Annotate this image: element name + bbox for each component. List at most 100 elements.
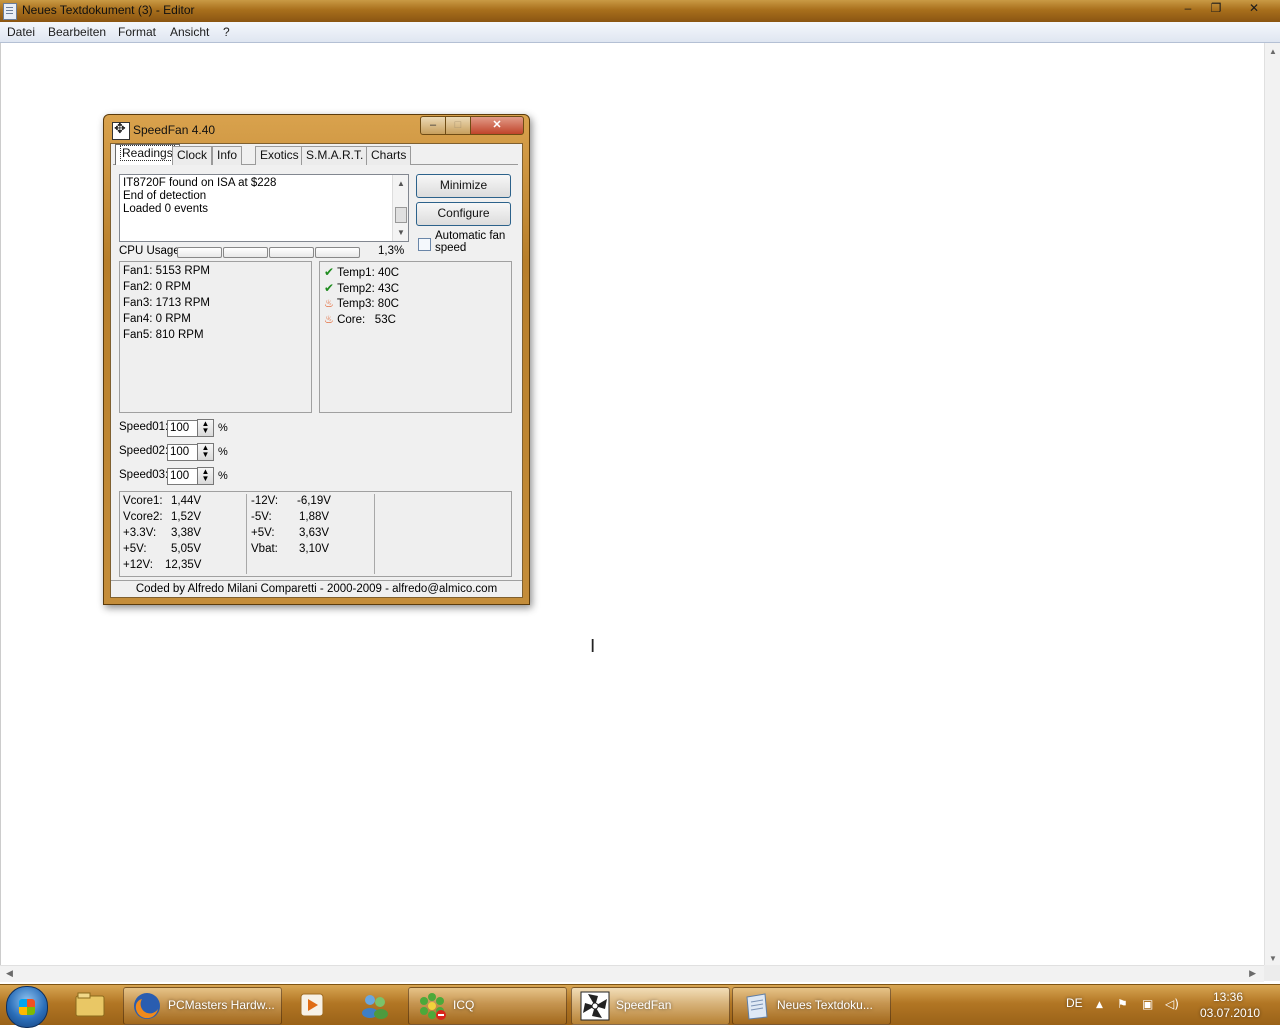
action-center-flag-icon[interactable]: ⚑ bbox=[1117, 997, 1128, 1011]
speedfan-window: SpeedFan 4.40 – □ ✕ Readings Clock Info … bbox=[103, 114, 530, 605]
speed02-label: Speed02: bbox=[119, 445, 169, 457]
speed02-spinner[interactable]: ▲ ▼ bbox=[197, 443, 214, 461]
taskbar-button-label: Neues Textdoku... bbox=[777, 998, 873, 1012]
speedfan-title: SpeedFan 4.40 bbox=[133, 123, 216, 137]
tab-charts[interactable]: Charts bbox=[366, 146, 412, 165]
event-log[interactable]: IT8720F found on ISA at $228 End of dete… bbox=[119, 174, 409, 242]
text-cursor-icon: I bbox=[590, 636, 596, 657]
taskbar-button-notepad[interactable]: Neues Textdoku... bbox=[732, 987, 891, 1025]
speed03-unit: % bbox=[218, 470, 228, 482]
icq-icon bbox=[417, 991, 447, 1021]
scroll-up-icon[interactable]: ▲ bbox=[1269, 47, 1277, 56]
speed03-label: Speed03: bbox=[119, 469, 169, 481]
configure-button[interactable]: Configure bbox=[416, 202, 511, 226]
voltage-value: 1,44V bbox=[171, 495, 202, 507]
automatic-fan-speed-checkbox[interactable] bbox=[418, 238, 431, 251]
fan-reading: Fan2: 0 RPM bbox=[123, 281, 191, 293]
cpu-usage-bar bbox=[315, 247, 360, 258]
speed01-input[interactable]: 100 bbox=[167, 420, 198, 437]
ok-check-icon: ✔ bbox=[324, 265, 335, 279]
tab-exotics[interactable]: Exotics bbox=[255, 146, 304, 165]
menu-bearbeiten[interactable]: Bearbeiten bbox=[48, 25, 106, 39]
voltage-reading: -5V: bbox=[251, 511, 272, 523]
voltage-value: 3,63V bbox=[299, 527, 330, 539]
speed03-input[interactable]: 100 bbox=[167, 468, 198, 485]
minimize-button[interactable]: – bbox=[1175, 0, 1201, 18]
notepad-icon bbox=[741, 991, 771, 1021]
cpu-usage-bar bbox=[223, 247, 268, 258]
cpu-usage-bar bbox=[269, 247, 314, 258]
voltage-value: 1,52V bbox=[171, 511, 202, 523]
vertical-scrollbar[interactable]: ▲ ▼ bbox=[1264, 43, 1280, 965]
clock-time[interactable]: 13:36 bbox=[1213, 990, 1243, 1004]
menu-bar: Datei Bearbeiten Format Ansicht ? bbox=[0, 22, 1280, 43]
fan-reading: Fan1: 5153 RPM bbox=[123, 265, 210, 277]
firefox-icon bbox=[132, 991, 162, 1021]
log-line: End of detection bbox=[123, 190, 207, 202]
voltage-column-divider bbox=[246, 494, 247, 574]
scroll-right-icon[interactable]: ▶ bbox=[1249, 968, 1256, 979]
taskbar-button-icq[interactable]: ICQ bbox=[408, 987, 567, 1025]
fan-reading: Fan3: 1713 RPM bbox=[123, 297, 210, 309]
show-hidden-icons-icon[interactable]: ▲ bbox=[1096, 1000, 1103, 1010]
start-button[interactable] bbox=[6, 986, 48, 1028]
voltage-reading: +5V: bbox=[123, 543, 147, 555]
maximize-button[interactable]: ❐ bbox=[1203, 0, 1229, 18]
log-line: IT8720F found on ISA at $228 bbox=[123, 177, 277, 189]
tab-clock[interactable]: Clock bbox=[172, 146, 213, 165]
voltage-value: 3,10V bbox=[299, 543, 330, 555]
log-scrollbar[interactable]: ▲ ▼ bbox=[392, 175, 408, 241]
scroll-thumb[interactable] bbox=[395, 207, 407, 223]
scroll-up-icon[interactable]: ▲ bbox=[397, 177, 405, 190]
temp-reading: ♨ Core: 53C bbox=[324, 313, 396, 326]
ok-check-icon: ✔ bbox=[324, 281, 335, 295]
taskbar: PCMasters Hardw... ICQ SpeedFan Neues Te… bbox=[0, 984, 1280, 1028]
menu-datei[interactable]: Datei bbox=[7, 25, 35, 39]
voltage-value: 1,88V bbox=[299, 511, 330, 523]
speedfan-minimize-button[interactable]: – bbox=[420, 116, 446, 135]
messenger-icon[interactable] bbox=[351, 988, 399, 1022]
language-indicator[interactable]: DE bbox=[1066, 996, 1083, 1010]
network-icon[interactable]: ▣ bbox=[1142, 997, 1153, 1011]
minimize-button[interactable]: Minimize bbox=[416, 174, 511, 198]
scroll-left-icon[interactable]: ◀ bbox=[6, 968, 13, 979]
window-title: Neues Textdokument (3) - Editor bbox=[22, 3, 195, 17]
tab-readings[interactable]: Readings bbox=[115, 144, 180, 165]
menu-help[interactable]: ? bbox=[223, 25, 230, 39]
menu-ansicht[interactable]: Ansicht bbox=[170, 25, 209, 39]
scrollbar-corner bbox=[1264, 965, 1280, 981]
speedfan-close-button[interactable]: ✕ bbox=[470, 116, 524, 135]
scroll-down-icon[interactable]: ▼ bbox=[1269, 954, 1277, 963]
taskbar-button-firefox[interactable]: PCMasters Hardw... bbox=[123, 987, 282, 1025]
notepad-titlebar[interactable]: Neues Textdokument (3) - Editor – ❐ ✕ bbox=[0, 0, 1280, 22]
speed01-spinner[interactable]: ▲ ▼ bbox=[197, 419, 214, 437]
temp-reading: ✔ Temp1: 40C bbox=[324, 265, 400, 279]
volume-icon[interactable]: ◁) bbox=[1165, 997, 1179, 1011]
media-player-icon[interactable] bbox=[287, 988, 335, 1022]
clock-date[interactable]: 03.07.2010 bbox=[1200, 1006, 1260, 1020]
temperatures-panel: ✔ Temp1: 40C ✔ Temp2: 43C ♨ Temp3: 80C ♨… bbox=[319, 261, 512, 413]
close-button[interactable]: ✕ bbox=[1231, 0, 1277, 18]
scroll-down-icon[interactable]: ▼ bbox=[397, 226, 405, 239]
log-line: Loaded 0 events bbox=[123, 203, 209, 215]
speed01-label: Speed01: bbox=[119, 421, 169, 433]
tab-info[interactable]: Info bbox=[212, 146, 243, 165]
voltage-reading: +5V: bbox=[251, 527, 275, 539]
speedfan-client: Readings Clock Info Exotics S.M.A.R.T. C… bbox=[110, 143, 523, 598]
tab-smart[interactable]: S.M.A.R.T. bbox=[301, 146, 369, 165]
taskbar-button-label: PCMasters Hardw... bbox=[168, 998, 275, 1012]
speed02-input[interactable]: 100 bbox=[167, 444, 198, 461]
voltage-value: -6,19V bbox=[297, 495, 331, 507]
speedfan-icon bbox=[112, 121, 130, 140]
fan-reading: Fan4: 0 RPM bbox=[123, 313, 191, 325]
speed03-spinner[interactable]: ▲ ▼ bbox=[197, 467, 214, 485]
voltage-reading: +3.3V: bbox=[123, 527, 157, 539]
voltage-reading: +12V: bbox=[123, 559, 153, 571]
menu-format[interactable]: Format bbox=[118, 25, 156, 39]
fans-panel: Fan1: 5153 RPM Fan2: 0 RPM Fan3: 1713 RP… bbox=[119, 261, 312, 413]
explorer-icon[interactable] bbox=[66, 988, 114, 1022]
temp-reading: ♨ Temp3: 80C bbox=[324, 297, 399, 310]
horizontal-scrollbar[interactable]: ◀ ▶ bbox=[0, 965, 1264, 982]
taskbar-button-speedfan[interactable]: SpeedFan bbox=[571, 987, 730, 1025]
automatic-fan-speed-label[interactable]: Automatic fan speed bbox=[435, 230, 515, 254]
